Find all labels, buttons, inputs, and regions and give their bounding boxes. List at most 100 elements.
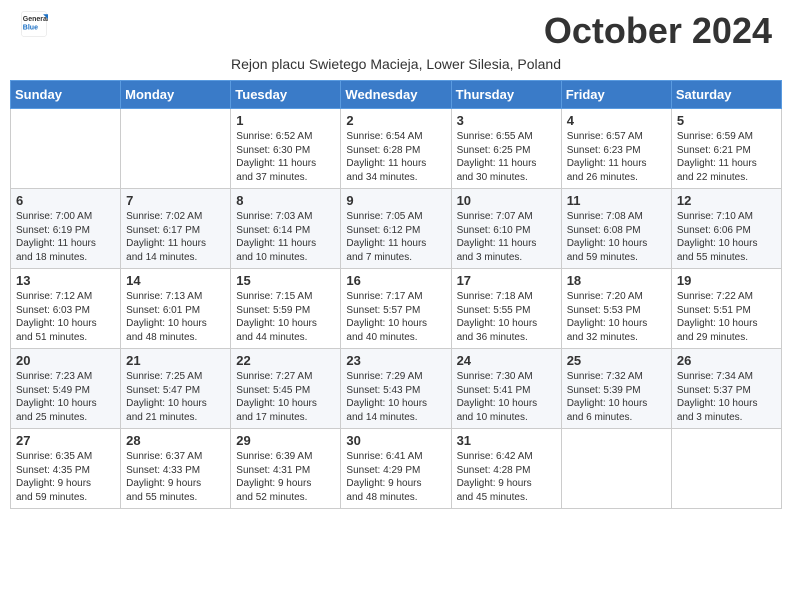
calendar-cell: 10 Sunrise: 7:07 AM Sunset: 6:10 PM Dayli…	[451, 189, 561, 269]
calendar-cell: 26Sunrise: 7:34 AM Sunset: 5:37 PM Dayli…	[671, 349, 781, 429]
day-info: Sunrise: 6:37 AM Sunset: 4:33 PM Dayligh…	[126, 450, 225, 504]
calendar-cell: 19 Sunrise: 7:22 AM Sunset: 5:51 PM Dayli…	[671, 269, 781, 349]
day-number: 6	[16, 193, 115, 208]
day-number: 23	[346, 353, 445, 368]
calendar-cell: 5 Sunrise: 6:59 AM Sunset: 6:21 PM Daylig…	[671, 109, 781, 189]
week-row-1: 1Sunrise: 6:52 AM Sunset: 6:30 PM Daylig…	[11, 109, 782, 189]
calendar-cell: 13 Sunrise: 7:12 AM Sunset: 6:03 PM Dayli…	[11, 269, 121, 349]
day-info: Sunrise: 6:39 AM Sunset: 4:31 PM Dayligh…	[236, 450, 335, 504]
calendar-table: SundayMondayTuesdayWednesdayThursdayFrid…	[10, 80, 782, 509]
weekday-header-monday: Monday	[121, 81, 231, 109]
day-number: 13	[16, 273, 115, 288]
calendar-cell: 11Sunrise: 7:08 AM Sunset: 6:08 PM Dayli…	[561, 189, 671, 269]
day-info: Sunrise: 7:17 AM Sunset: 5:57 PM Dayligh…	[346, 290, 445, 344]
calendar-cell: 16Sunrise: 7:17 AM Sunset: 5:57 PM Dayli…	[341, 269, 451, 349]
logo: General Blue	[20, 10, 48, 38]
day-info: Sunrise: 7:05 AM Sunset: 6:12 PM Dayligh…	[346, 210, 445, 264]
month-title: October 2024	[544, 10, 772, 52]
calendar-cell: 1Sunrise: 6:52 AM Sunset: 6:30 PM Daylig…	[231, 109, 341, 189]
calendar-cell: 18 Sunrise: 7:20 AM Sunset: 5:53 PM Dayli…	[561, 269, 671, 349]
day-number: 4	[567, 113, 666, 128]
day-info: Sunrise: 7:15 AM Sunset: 5:59 PM Dayligh…	[236, 290, 335, 344]
week-row-3: 13 Sunrise: 7:12 AM Sunset: 6:03 PM Dayli…	[11, 269, 782, 349]
day-number: 8	[236, 193, 335, 208]
day-info: Sunrise: 6:52 AM Sunset: 6:30 PM Dayligh…	[236, 130, 335, 184]
calendar-cell: 7Sunrise: 7:02 AM Sunset: 6:17 PM Daylig…	[121, 189, 231, 269]
calendar-cell: 20Sunrise: 7:23 AM Sunset: 5:49 PM Dayli…	[11, 349, 121, 429]
logo-icon: General Blue	[20, 10, 48, 38]
day-number: 10	[457, 193, 556, 208]
calendar-cell: 22 Sunrise: 7:27 AM Sunset: 5:45 PM Dayli…	[231, 349, 341, 429]
day-number: 25	[567, 353, 666, 368]
day-info: Sunrise: 7:03 AM Sunset: 6:14 PM Dayligh…	[236, 210, 335, 264]
day-number: 29	[236, 433, 335, 448]
calendar-cell: 25Sunrise: 7:32 AM Sunset: 5:39 PM Dayli…	[561, 349, 671, 429]
calendar-cell: 4Sunrise: 6:57 AM Sunset: 6:23 PM Daylig…	[561, 109, 671, 189]
calendar-cell	[561, 429, 671, 509]
day-info: Sunrise: 7:18 AM Sunset: 5:55 PM Dayligh…	[457, 290, 556, 344]
day-info: Sunrise: 6:42 AM Sunset: 4:28 PM Dayligh…	[457, 450, 556, 504]
day-info: Sunrise: 7:20 AM Sunset: 5:53 PM Dayligh…	[567, 290, 666, 344]
weekday-header-thursday: Thursday	[451, 81, 561, 109]
calendar-cell	[671, 429, 781, 509]
calendar-container: SundayMondayTuesdayWednesdayThursdayFrid…	[0, 80, 792, 519]
week-row-2: 6 Sunrise: 7:00 AM Sunset: 6:19 PM Daylig…	[11, 189, 782, 269]
day-number: 30	[346, 433, 445, 448]
calendar-cell: 8 Sunrise: 7:03 AM Sunset: 6:14 PM Daylig…	[231, 189, 341, 269]
day-info: Sunrise: 7:30 AM Sunset: 5:41 PM Dayligh…	[457, 370, 556, 424]
weekday-header-row: SundayMondayTuesdayWednesdayThursdayFrid…	[11, 81, 782, 109]
day-info: Sunrise: 7:10 AM Sunset: 6:06 PM Dayligh…	[677, 210, 776, 264]
day-number: 3	[457, 113, 556, 128]
calendar-cell: 30 Sunrise: 6:41 AM Sunset: 4:29 PM Dayli…	[341, 429, 451, 509]
day-info: Sunrise: 6:35 AM Sunset: 4:35 PM Dayligh…	[16, 450, 115, 504]
day-number: 15	[236, 273, 335, 288]
calendar-cell: 31 Sunrise: 6:42 AM Sunset: 4:28 PM Dayli…	[451, 429, 561, 509]
day-info: Sunrise: 6:59 AM Sunset: 6:21 PM Dayligh…	[677, 130, 776, 184]
subtitle: Rejon placu Swietego Macieja, Lower Sile…	[0, 56, 792, 80]
day-info: Sunrise: 7:12 AM Sunset: 6:03 PM Dayligh…	[16, 290, 115, 344]
day-info: Sunrise: 7:29 AM Sunset: 5:43 PM Dayligh…	[346, 370, 445, 424]
day-info: Sunrise: 6:41 AM Sunset: 4:29 PM Dayligh…	[346, 450, 445, 504]
day-number: 18	[567, 273, 666, 288]
day-number: 11	[567, 193, 666, 208]
day-number: 2	[346, 113, 445, 128]
week-row-5: 27 Sunrise: 6:35 AM Sunset: 4:35 PM Dayli…	[11, 429, 782, 509]
svg-text:Blue: Blue	[23, 25, 38, 32]
day-number: 17	[457, 273, 556, 288]
day-number: 14	[126, 273, 225, 288]
weekday-header-sunday: Sunday	[11, 81, 121, 109]
day-number: 21	[126, 353, 225, 368]
day-info: Sunrise: 7:00 AM Sunset: 6:19 PM Dayligh…	[16, 210, 115, 264]
calendar-cell: 21Sunrise: 7:25 AM Sunset: 5:47 PM Dayli…	[121, 349, 231, 429]
day-info: Sunrise: 7:27 AM Sunset: 5:45 PM Dayligh…	[236, 370, 335, 424]
calendar-cell: 15 Sunrise: 7:15 AM Sunset: 5:59 PM Dayli…	[231, 269, 341, 349]
day-info: Sunrise: 7:13 AM Sunset: 6:01 PM Dayligh…	[126, 290, 225, 344]
calendar-cell: 23 Sunrise: 7:29 AM Sunset: 5:43 PM Dayli…	[341, 349, 451, 429]
svg-text:General: General	[23, 16, 48, 23]
day-number: 9	[346, 193, 445, 208]
day-info: Sunrise: 6:55 AM Sunset: 6:25 PM Dayligh…	[457, 130, 556, 184]
calendar-cell: 2 Sunrise: 6:54 AM Sunset: 6:28 PM Daylig…	[341, 109, 451, 189]
weekday-header-friday: Friday	[561, 81, 671, 109]
day-info: Sunrise: 7:22 AM Sunset: 5:51 PM Dayligh…	[677, 290, 776, 344]
day-info: Sunrise: 6:54 AM Sunset: 6:28 PM Dayligh…	[346, 130, 445, 184]
day-number: 19	[677, 273, 776, 288]
day-number: 22	[236, 353, 335, 368]
page-header: General Blue October 2024	[0, 0, 792, 56]
day-number: 20	[16, 353, 115, 368]
calendar-cell: 9 Sunrise: 7:05 AM Sunset: 6:12 PM Daylig…	[341, 189, 451, 269]
calendar-cell: 29 Sunrise: 6:39 AM Sunset: 4:31 PM Dayli…	[231, 429, 341, 509]
calendar-cell: 24Sunrise: 7:30 AM Sunset: 5:41 PM Dayli…	[451, 349, 561, 429]
day-number: 31	[457, 433, 556, 448]
day-info: Sunrise: 7:02 AM Sunset: 6:17 PM Dayligh…	[126, 210, 225, 264]
weekday-header-tuesday: Tuesday	[231, 81, 341, 109]
day-number: 27	[16, 433, 115, 448]
calendar-cell	[121, 109, 231, 189]
day-info: Sunrise: 7:07 AM Sunset: 6:10 PM Dayligh…	[457, 210, 556, 264]
calendar-cell: 17 Sunrise: 7:18 AM Sunset: 5:55 PM Dayli…	[451, 269, 561, 349]
calendar-cell: 28Sunrise: 6:37 AM Sunset: 4:33 PM Dayli…	[121, 429, 231, 509]
day-number: 5	[677, 113, 776, 128]
calendar-cell: 14 Sunrise: 7:13 AM Sunset: 6:01 PM Dayli…	[121, 269, 231, 349]
day-info: Sunrise: 7:34 AM Sunset: 5:37 PM Dayligh…	[677, 370, 776, 424]
header-right: October 2024	[544, 10, 772, 52]
